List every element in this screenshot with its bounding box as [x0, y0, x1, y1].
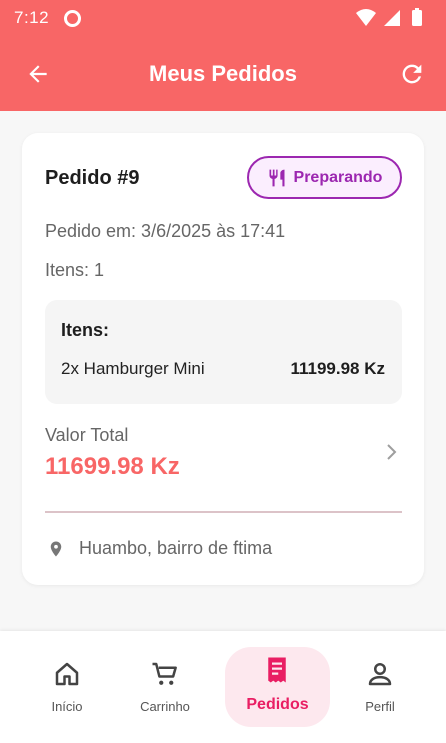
arrow-back-icon	[29, 65, 47, 83]
person-icon	[368, 662, 392, 686]
chevron-right-icon[interactable]	[379, 440, 403, 464]
list-item-name: 2x Hamburger Mini	[61, 359, 205, 378]
nav-item-inicio[interactable]: Início	[22, 631, 112, 743]
items-list: Itens: 2x Hamburger Mini 11199.98 Kz	[45, 300, 402, 404]
cart-icon	[152, 662, 177, 685]
order-date: Pedido em: 3/6/2025 às 17:41	[45, 221, 286, 241]
items-heading: Itens:	[61, 320, 110, 340]
home-icon	[55, 662, 79, 686]
total-value: 11699.98 Kz	[45, 453, 180, 480]
nav-label: Pedidos	[246, 696, 309, 713]
nav-item-perfil[interactable]: Perfil	[335, 631, 425, 743]
nav-item-carrinho[interactable]: Carrinho	[120, 631, 210, 743]
page-title: Meus Pedidos	[149, 60, 297, 86]
nav-label: Perfil	[365, 699, 395, 714]
restaurant-icon	[269, 169, 285, 186]
list-item-price: 11199.98 Kz	[290, 359, 385, 378]
notification-circle-icon	[64, 10, 81, 27]
total-label: Valor Total	[45, 425, 129, 445]
nav-label: Início	[51, 699, 83, 714]
refresh-icon	[402, 64, 422, 84]
app-bar: Meus Pedidos	[0, 36, 446, 111]
signal-icon	[384, 10, 400, 26]
status-badge: Preparando	[247, 156, 402, 199]
divider	[45, 511, 402, 513]
refresh-button[interactable]	[396, 58, 428, 90]
app-header: 7:12 Meus Pedidos	[0, 0, 446, 111]
status-badge-label: Preparando	[293, 168, 383, 186]
order-item-count: Itens: 1	[45, 260, 105, 280]
delivery-address: Huambo, bairro de ftima	[79, 538, 273, 558]
battery-icon	[412, 8, 422, 26]
status-icons	[356, 8, 422, 26]
order-title: Pedido #9	[45, 167, 140, 189]
receipt-icon	[268, 657, 286, 683]
nav-item-pedidos[interactable]: Pedidos	[225, 631, 330, 743]
status-bar: 7:12	[0, 0, 446, 36]
status-time: 7:12	[14, 8, 50, 27]
location-pin-icon	[50, 541, 62, 557]
nav-label: Carrinho	[140, 699, 190, 714]
bottom-navigation: Início Carrinho Pedidos Perfil	[0, 631, 446, 743]
wifi-icon	[356, 9, 376, 26]
back-button[interactable]	[22, 58, 54, 90]
order-card[interactable]: Pedido #9 Preparando Pedido em: 3/6/2025…	[22, 133, 424, 585]
